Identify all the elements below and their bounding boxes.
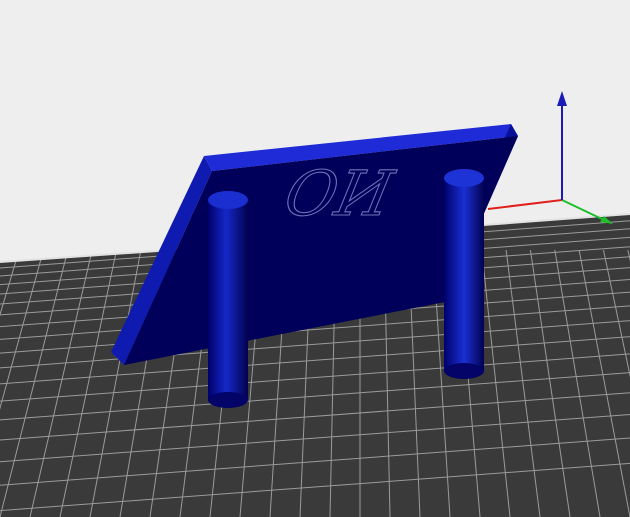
right-support-post (444, 169, 484, 379)
embossed-text: OИ (279, 158, 401, 230)
3d-viewport[interactable]: OИ (0, 0, 630, 517)
left-support-post (208, 191, 248, 408)
